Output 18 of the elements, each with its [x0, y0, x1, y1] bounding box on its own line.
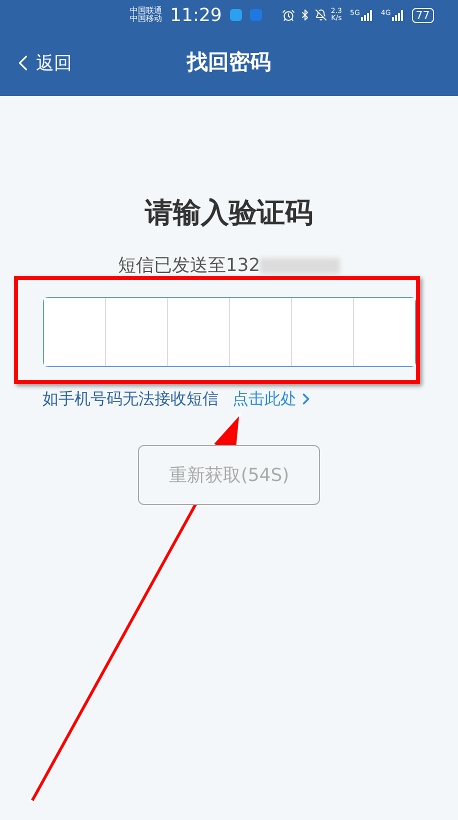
code-digit-cell[interactable]: [352, 298, 414, 366]
code-input[interactable]: [42, 297, 416, 367]
carrier-name: 中国联通: [130, 7, 162, 15]
status-time: 11:29: [170, 4, 222, 28]
sms-sent-text: 短信已发送至132: [118, 254, 260, 278]
page-title: 找回密码: [187, 49, 271, 76]
signal-icon: [360, 10, 373, 20]
alarm-icon: [282, 8, 295, 22]
message-icon: [230, 9, 242, 21]
help-text: 如手机号码无法接收短信: [42, 388, 218, 410]
app-icon: [250, 9, 262, 21]
carrier-name: 中国移动: [130, 15, 162, 23]
click-here-link[interactable]: 点击此处: [232, 387, 314, 411]
mute-icon: [314, 9, 327, 21]
battery-indicator: 77: [412, 8, 434, 22]
back-button[interactable]: 返回: [10, 50, 72, 76]
signal-icon: [392, 10, 404, 20]
heading: 请输入验证码: [145, 195, 313, 231]
